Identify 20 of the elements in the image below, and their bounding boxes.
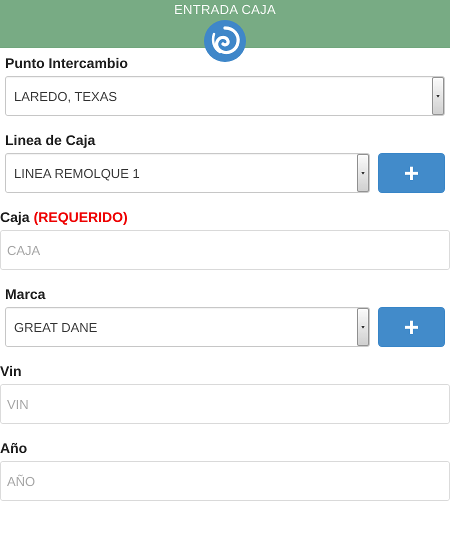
select-field[interactable]: GREAT DANE bbox=[5, 307, 370, 347]
add-button[interactable]: + bbox=[378, 153, 445, 193]
select-field[interactable]: LAREDO, TEXAS bbox=[5, 76, 445, 116]
input-field[interactable]: AÑO bbox=[0, 461, 450, 501]
header-title: ENTRADA CAJA bbox=[174, 2, 276, 18]
field-label: Año bbox=[0, 439, 28, 458]
field-label: Linea de Caja bbox=[5, 131, 96, 150]
caret-icon bbox=[432, 77, 444, 115]
field-label: Vin bbox=[0, 362, 22, 381]
field-label: Marca bbox=[5, 285, 46, 304]
select-field[interactable]: LINEA REMOLQUE 1 bbox=[5, 153, 370, 193]
input-field[interactable]: CAJA bbox=[0, 230, 450, 270]
input-field[interactable]: VIN bbox=[0, 384, 450, 424]
required-note: (REQUERIDO) bbox=[34, 208, 128, 227]
field-label: Punto Intercambio bbox=[5, 54, 128, 73]
caret-icon bbox=[357, 154, 369, 192]
swirl-logo-icon bbox=[204, 20, 246, 62]
add-button[interactable]: + bbox=[378, 307, 445, 347]
field-label: Caja bbox=[0, 208, 30, 227]
caret-icon bbox=[357, 308, 369, 346]
